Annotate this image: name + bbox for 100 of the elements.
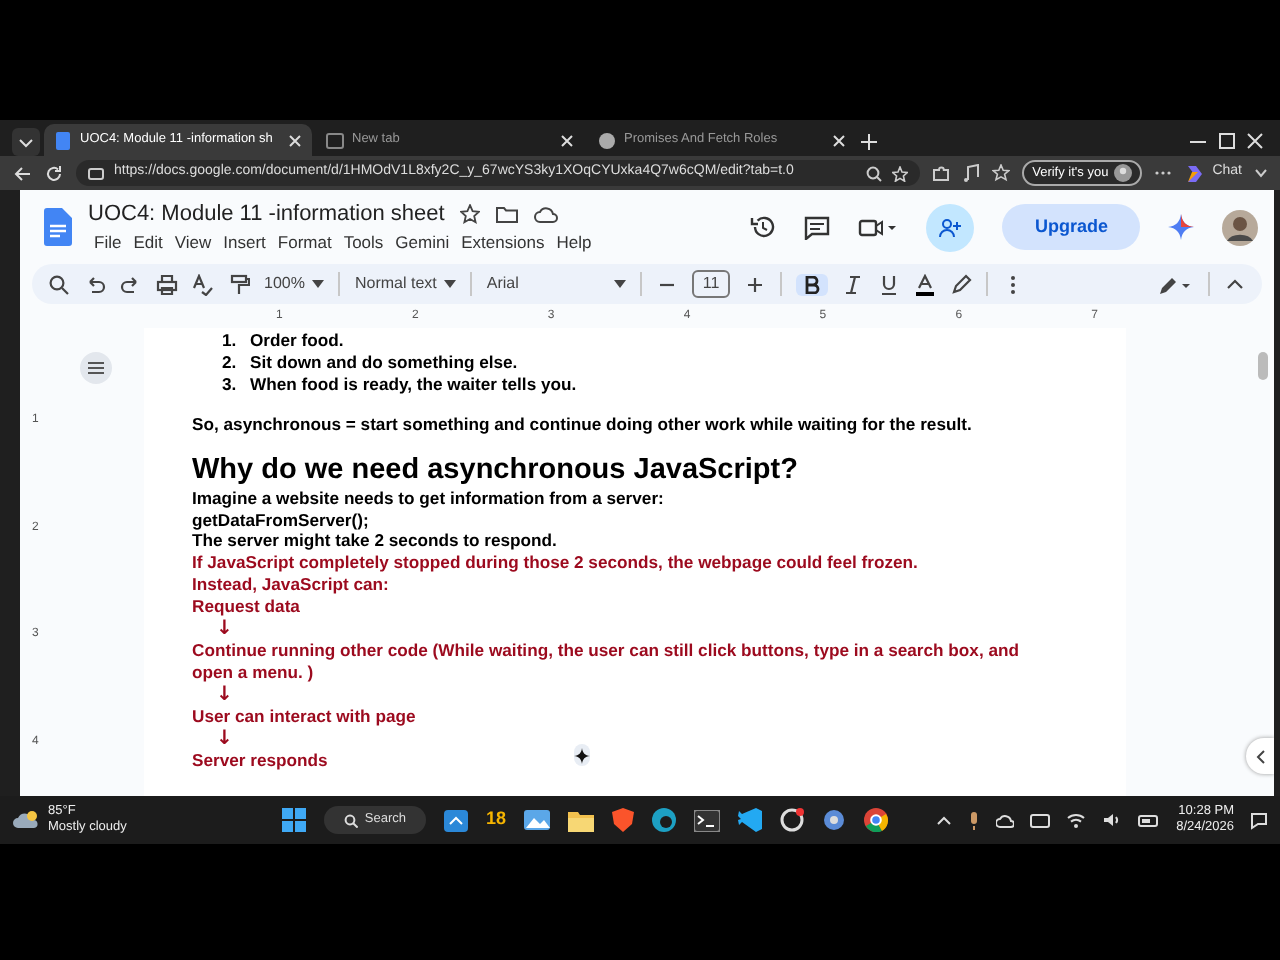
caret-icon: [444, 280, 457, 288]
terminal-icon[interactable]: [694, 809, 720, 831]
menu-item[interactable]: Format: [271, 230, 338, 257]
battery-icon[interactable]: [1138, 813, 1161, 827]
down-arrow: ↓: [216, 727, 233, 750]
upgrade-button[interactable]: Upgrade: [1002, 203, 1140, 251]
undo-icon[interactable]: [84, 273, 106, 295]
italic-icon[interactable]: [841, 273, 864, 295]
caret-icon: [614, 280, 627, 288]
cloud-icon: [12, 810, 40, 830]
text-line: Request data: [192, 596, 300, 619]
speaker-icon[interactable]: [1102, 812, 1123, 828]
close-icon[interactable]: [560, 133, 574, 147]
menu-item[interactable]: View: [168, 230, 218, 257]
search-icon[interactable]: [48, 273, 70, 295]
text-color-icon[interactable]: [913, 273, 936, 295]
copilot-icon: [1184, 163, 1205, 183]
avatar-icon[interactable]: [1222, 209, 1258, 245]
menu-item[interactable]: Edit: [127, 230, 169, 257]
underline-icon[interactable]: [877, 273, 900, 295]
list-number: 1.: [222, 330, 239, 352]
plus-icon[interactable]: [860, 128, 878, 156]
keyboard-icon[interactable]: [1030, 813, 1051, 827]
list-number: 2.: [222, 351, 239, 374]
sparkle-icon[interactable]: [1168, 214, 1194, 240]
cloud-icon[interactable]: [534, 205, 559, 224]
text-line: getDataFromServer();: [192, 509, 369, 531]
browser-icon[interactable]: [652, 808, 676, 832]
chevron-down-icon[interactable]: [1254, 166, 1268, 180]
redo-icon[interactable]: [120, 273, 142, 295]
text-line: Instead, JavaScript can:: [192, 574, 389, 597]
calendar-app[interactable]: 18: [485, 806, 506, 834]
folder-icon[interactable]: [568, 809, 594, 831]
photos-icon[interactable]: [524, 810, 550, 830]
chrome-icon[interactable]: [864, 808, 888, 832]
shield-icon[interactable]: [612, 808, 634, 832]
docs-logo-icon: [44, 208, 72, 246]
plus-icon[interactable]: [743, 273, 766, 295]
down-arrow: ↓: [216, 618, 233, 641]
search-icon: [344, 813, 359, 827]
chevron-left-icon: [1255, 749, 1265, 763]
back-icon[interactable]: [12, 163, 32, 183]
video-camera-icon[interactable]: [858, 217, 899, 237]
music-icon[interactable]: [962, 164, 981, 182]
highlighter-icon[interactable]: [949, 273, 972, 295]
zoom-icon[interactable]: [866, 165, 883, 181]
document-icon: [54, 131, 72, 149]
zoom-dropdown[interactable]: 100%: [264, 272, 325, 296]
text-line: The server might take 2 seconds to respond.: [192, 530, 557, 553]
text-line: Server responds: [192, 749, 328, 772]
menu-item[interactable]: Insert: [217, 230, 272, 257]
comment-icon[interactable]: [804, 215, 831, 239]
paint-format-icon[interactable]: [228, 273, 250, 295]
reload-icon[interactable]: [44, 163, 64, 183]
notification-icon[interactable]: [1250, 811, 1268, 829]
text-line: User can interact with page: [192, 705, 416, 728]
heading: Why do we need asynchronous JavaScript?: [192, 453, 798, 488]
history-icon[interactable]: [750, 214, 777, 240]
caret-icon: [312, 280, 325, 288]
wifi-icon[interactable]: [1066, 812, 1087, 828]
list-item-text: When food is ready, the waiter tells you.: [250, 373, 577, 396]
bold-button[interactable]: [795, 273, 828, 295]
microphone-icon[interactable]: [968, 811, 981, 829]
menu-item[interactable]: File: [88, 230, 128, 257]
site-info-icon: [88, 165, 104, 181]
style-dropdown[interactable]: Normal text: [354, 272, 457, 296]
scrollbar-thumb[interactable]: [1258, 352, 1268, 380]
gemini-button[interactable]: [574, 744, 590, 766]
print-icon[interactable]: [156, 273, 178, 295]
text-line: Imagine a website needs to get information from a server:: [192, 487, 664, 510]
menu-item[interactable]: Extensions: [455, 230, 551, 257]
chevron-up-icon[interactable]: [936, 814, 953, 826]
sparkle-icon: [574, 747, 590, 763]
pencil-icon[interactable]: [1158, 273, 1194, 295]
document-title[interactable]: UOC4: Module 11 -information sheet: [88, 197, 445, 231]
outline-icon[interactable]: [78, 352, 114, 384]
star-icon[interactable]: [460, 204, 481, 225]
code-editor-icon[interactable]: [738, 808, 762, 832]
list-item-text: Sit down and do something else.: [250, 351, 518, 374]
close-icon[interactable]: [288, 133, 302, 147]
folder-icon[interactable]: [496, 204, 519, 225]
font-size-field[interactable]: 11: [692, 270, 730, 298]
avatar-icon: [1114, 164, 1133, 182]
close-icon[interactable]: [832, 133, 846, 147]
chevron-down-icon[interactable]: [12, 128, 40, 156]
favorites-icon[interactable]: [992, 164, 1011, 182]
screen-icon[interactable]: [443, 809, 468, 831]
share-button[interactable]: [926, 203, 975, 251]
menu-item[interactable]: Tools: [337, 230, 390, 257]
list-number: 3.: [222, 373, 239, 396]
menu-item[interactable]: Help: [550, 230, 598, 257]
font-dropdown[interactable]: Arial: [486, 272, 627, 296]
text-line: If JavaScript completely stopped during those 2 seconds, the webpage could feel frozen.: [192, 552, 918, 575]
window-icon: [326, 131, 344, 149]
side-panel-button[interactable]: [1246, 738, 1274, 774]
spellcheck-icon[interactable]: [192, 273, 214, 295]
bold-icon: [803, 275, 820, 293]
start-icon[interactable]: [282, 808, 307, 832]
text-line: Continue running other code (While waiting, the user can still click buttons, type in a search box, and open a menu. ): [192, 640, 1022, 684]
menu-item[interactable]: Gemini: [389, 230, 456, 257]
